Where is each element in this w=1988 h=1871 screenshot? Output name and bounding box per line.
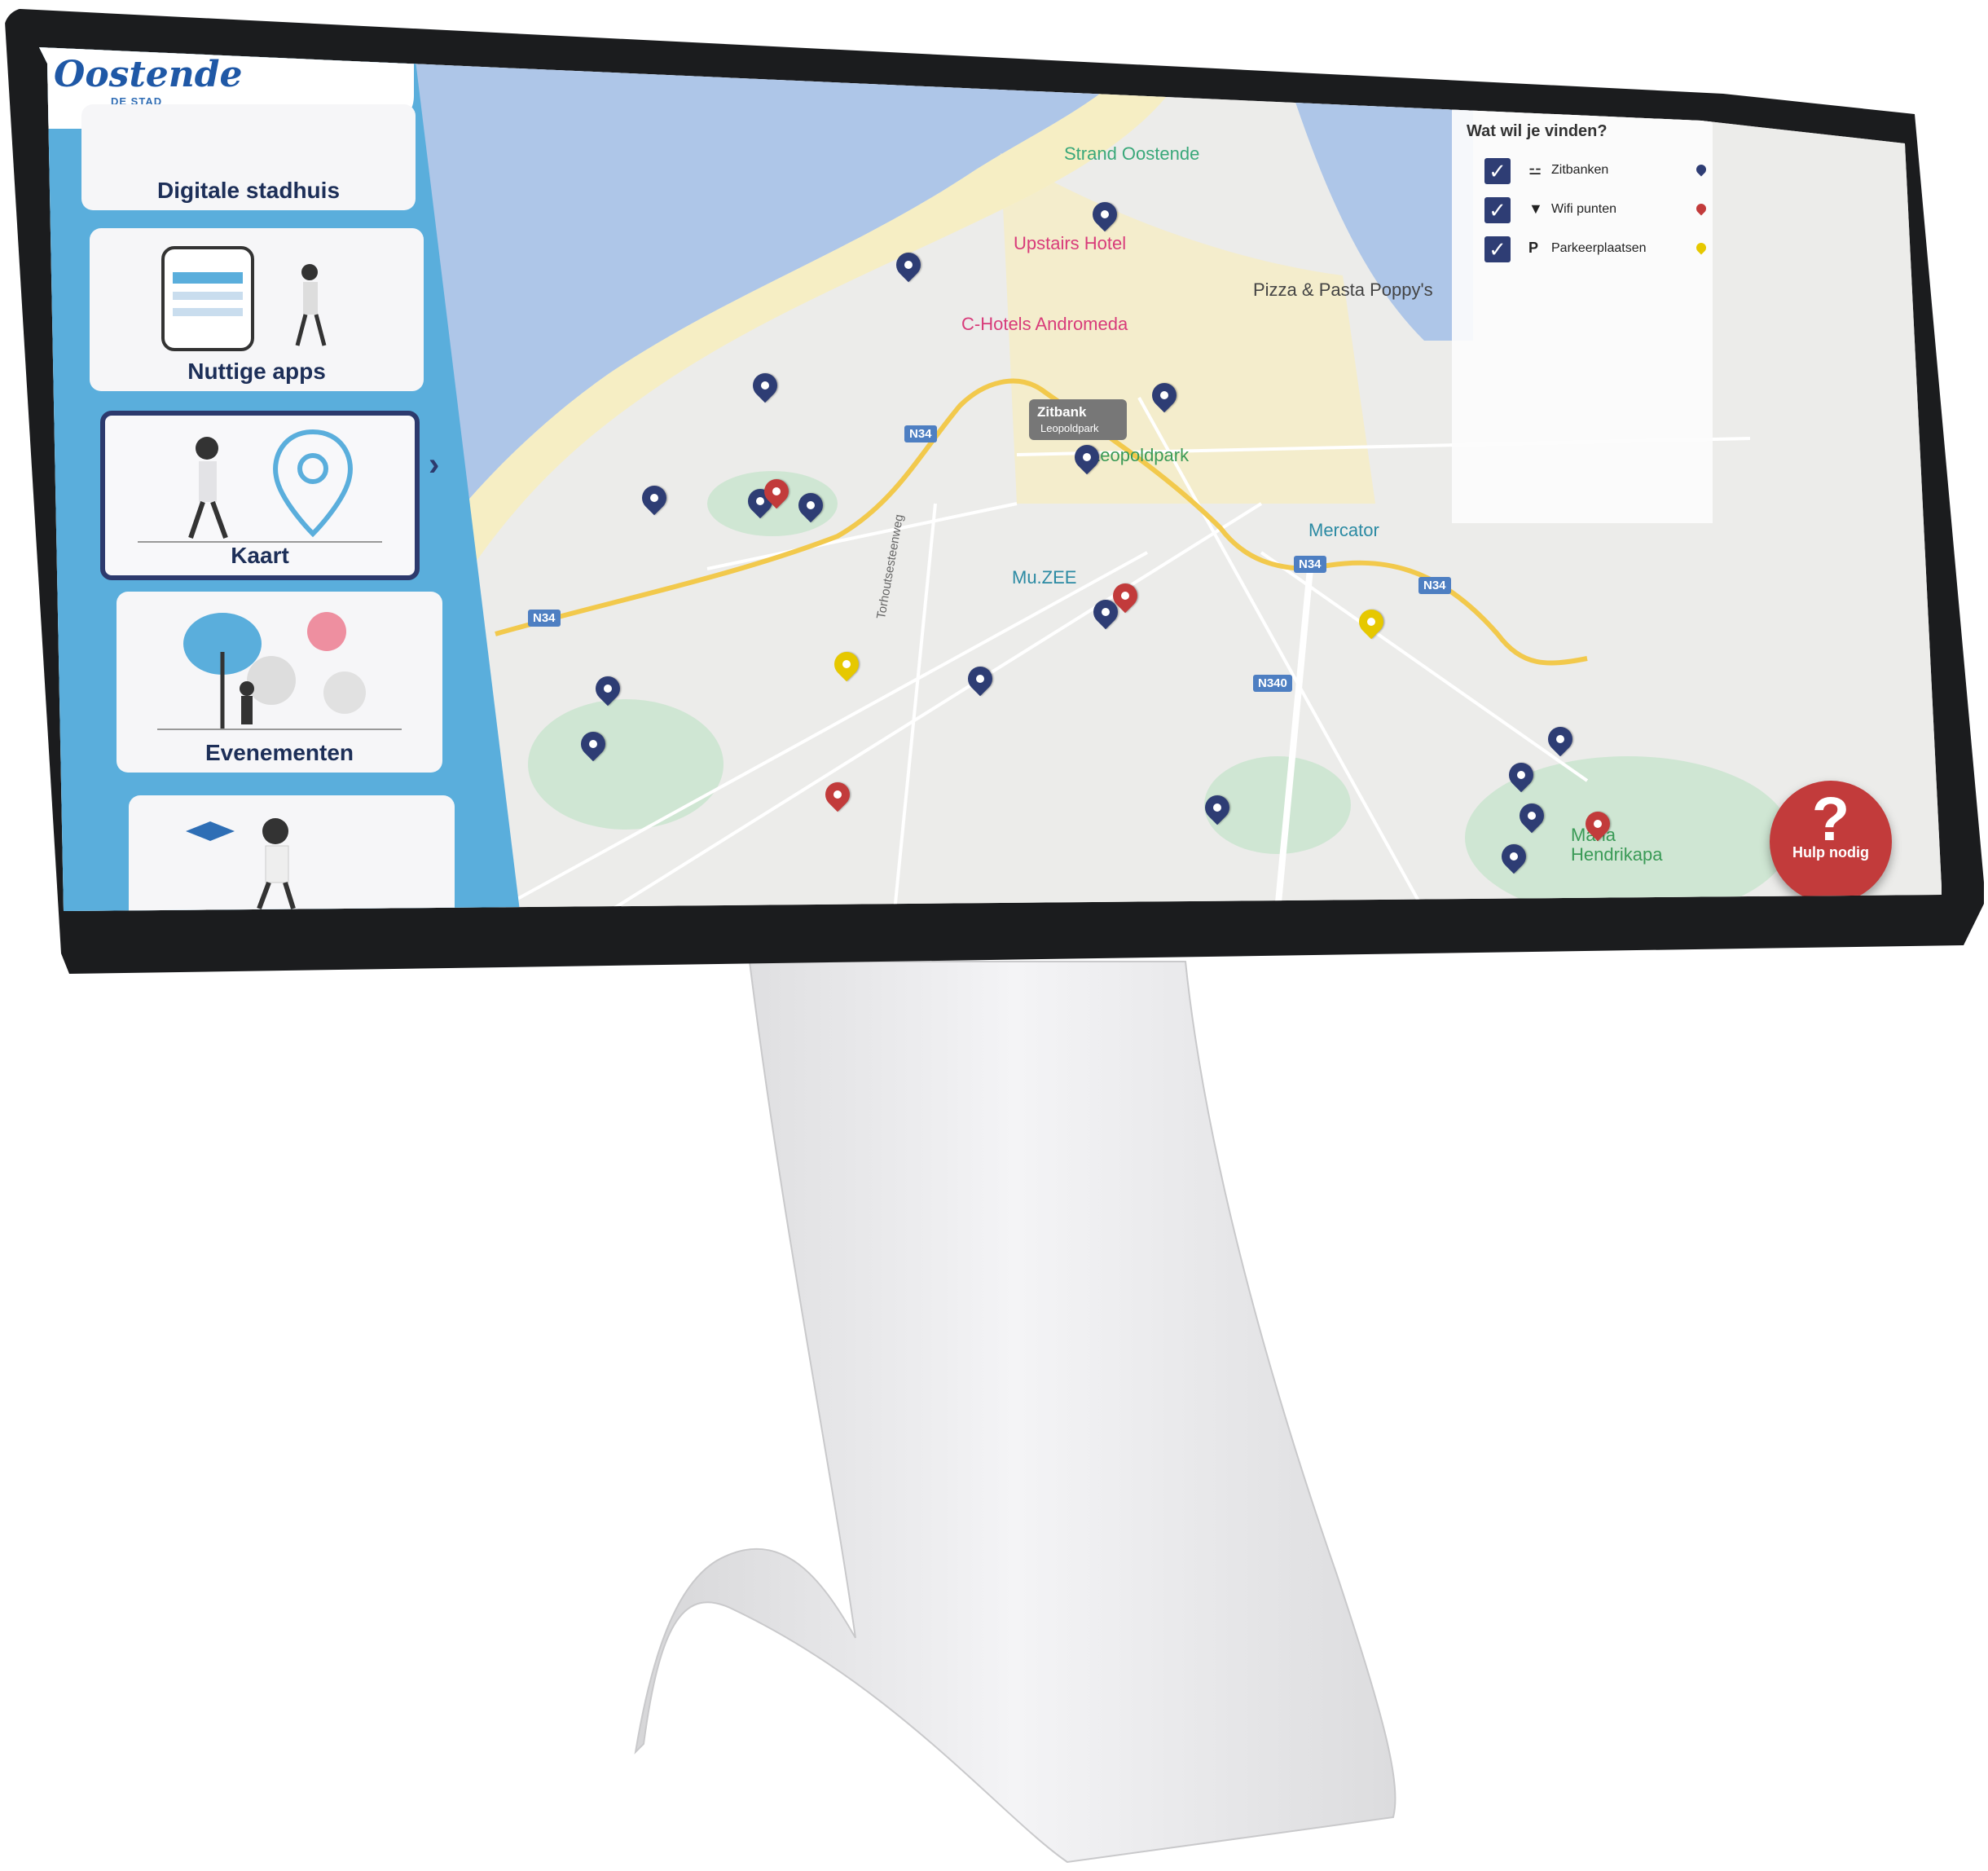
filter-label: Wifi punten bbox=[1551, 202, 1617, 216]
kiosk-screen: Strand Oostende Upstairs Hotel Pizza & P… bbox=[39, 47, 1942, 911]
filter-title: Wat wil je vinden? bbox=[1467, 122, 1608, 140]
tooltip-subtitle: Leopoldpark bbox=[1040, 422, 1099, 434]
place-c-hotels[interactable]: C-Hotels Andromeda bbox=[961, 314, 1128, 335]
check-icon[interactable]: ✓ bbox=[1484, 236, 1511, 262]
menu-card-kaart[interactable]: Kaart bbox=[100, 411, 420, 580]
road-badge-n340: N340 bbox=[1253, 675, 1292, 692]
menu-card-digitale-stadhuis[interactable]: Digitale stadhuis bbox=[81, 104, 416, 210]
menu-card-next[interactable] bbox=[129, 795, 455, 911]
road-badge-n34: N34 bbox=[904, 425, 937, 442]
place-mercator[interactable]: Mercator bbox=[1308, 520, 1379, 541]
place-strand-oostende[interactable]: Strand Oostende bbox=[1064, 143, 1199, 165]
check-icon[interactable]: ✓ bbox=[1484, 197, 1511, 223]
menu-card-nuttige-apps[interactable]: Nuttige apps bbox=[90, 228, 424, 391]
events-illustration-icon bbox=[157, 612, 402, 730]
pin-icon bbox=[1694, 162, 1709, 177]
filter-label: Parkeerplaatsen bbox=[1551, 241, 1647, 255]
menu-card-label: Digitale stadhuis bbox=[156, 178, 341, 203]
map-tooltip: Zitbank Leopoldpark bbox=[1029, 399, 1127, 440]
menu-card-label: Nuttige apps bbox=[187, 359, 326, 384]
check-icon[interactable]: ✓ bbox=[1484, 158, 1511, 184]
bench-icon: ⚍ bbox=[1528, 161, 1542, 178]
help-button[interactable]: ? Hulp nodig bbox=[1770, 781, 1892, 903]
pin-icon bbox=[1694, 240, 1709, 255]
road-badge-n34: N34 bbox=[1418, 577, 1451, 594]
filter-row-parking[interactable]: ✓ P Parkeerplaatsen bbox=[1484, 236, 1713, 264]
place-muzee[interactable]: Mu.ZEE bbox=[1012, 567, 1076, 588]
filter-row-wifi[interactable]: ✓ ▼ Wifi punten bbox=[1484, 197, 1713, 225]
place-leopoldpark[interactable]: Leopoldpark bbox=[1090, 445, 1189, 466]
wifi-icon: ▼ bbox=[1528, 200, 1543, 217]
road-badge-n34: N34 bbox=[528, 610, 561, 627]
menu-card-label: Kaart bbox=[231, 543, 289, 568]
place-pizza-pasta[interactable]: Pizza & Pasta Poppy's bbox=[1253, 280, 1433, 301]
tooltip-title: Zitbank bbox=[1037, 404, 1087, 420]
map-pin-illustration-icon bbox=[138, 429, 382, 543]
chevron-right-icon[interactable]: › bbox=[429, 447, 439, 483]
education-illustration-icon bbox=[186, 818, 296, 910]
parking-icon: P bbox=[1528, 240, 1539, 256]
logo-wordmark: Oostende bbox=[54, 54, 243, 95]
phone-illustration-icon bbox=[161, 246, 327, 351]
menu-card-label: Evenementen bbox=[205, 740, 354, 765]
help-label: Hulp nodig bbox=[1792, 844, 1869, 861]
filter-label: Zitbanken bbox=[1551, 163, 1609, 177]
filter-row-zitbanken[interactable]: ✓ ⚍ Zitbanken bbox=[1484, 158, 1713, 186]
place-upstairs-hotel[interactable]: Upstairs Hotel bbox=[1014, 233, 1126, 254]
filter-panel: Wat wil je vinden? ✓ ⚍ Zitbanken ✓ ▼ Wif… bbox=[1452, 108, 1713, 523]
road-badge-n34: N34 bbox=[1294, 556, 1326, 573]
menu-card-evenementen[interactable]: Evenementen bbox=[117, 592, 442, 773]
pin-icon bbox=[1694, 201, 1709, 216]
